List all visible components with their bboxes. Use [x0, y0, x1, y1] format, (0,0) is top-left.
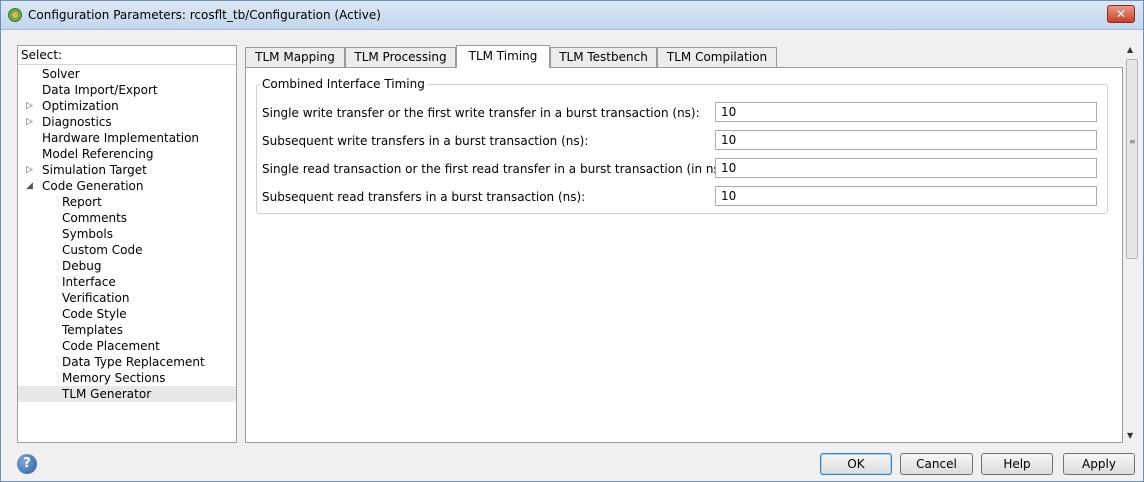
tree-item-label: Hardware Implementation — [42, 131, 200, 145]
tree-item[interactable]: Verification — [62, 290, 129, 306]
tab-label: TLM Testbench — [559, 50, 648, 64]
tree-item[interactable]: Code Style — [62, 306, 127, 322]
tlm-timing-page: Combined Interface Timing Single write t… — [245, 67, 1123, 443]
subsequent-read-input[interactable] — [715, 186, 1097, 206]
tab-label: TLM Compilation — [666, 50, 768, 64]
tree-item-label: Templates — [62, 323, 124, 337]
tree-item[interactable]: Interface — [62, 274, 116, 290]
tree-item[interactable]: ◢ Code Generation — [26, 178, 144, 194]
tree-item-label: Comments — [62, 211, 128, 225]
help-button[interactable]: Help — [981, 453, 1053, 475]
tree-item-label: Diagnostics — [42, 115, 112, 129]
tree-item-label: Data Import/Export — [42, 83, 158, 97]
tree-item[interactable]: Custom Code — [62, 242, 143, 258]
tab-tlm-processing[interactable]: TLM Processing — [345, 47, 456, 67]
tree-item[interactable]: ▷ Diagnostics — [26, 114, 112, 130]
tab-tlm-mapping[interactable]: TLM Mapping — [245, 47, 345, 67]
simulink-config-icon — [8, 8, 22, 22]
tab-tlm-timing[interactable]: TLM Timing — [456, 45, 550, 68]
tree-item[interactable]: Comments — [62, 210, 127, 226]
tree-item-label: Code Generation — [42, 179, 144, 193]
group-title: Combined Interface Timing — [260, 77, 427, 91]
tab-label: TLM Processing — [354, 50, 447, 64]
tree-item[interactable]: Code Placement — [62, 338, 160, 354]
tree-item[interactable]: ▷ Simulation Target — [26, 162, 147, 178]
expanded-arrow-icon[interactable]: ◢ — [26, 178, 33, 194]
tree-item[interactable]: Symbols — [62, 226, 113, 242]
tree-item-label: Interface — [62, 275, 116, 289]
help-icon[interactable]: ? — [17, 454, 37, 474]
scroll-down-icon[interactable]: ▼ — [1127, 431, 1133, 440]
single-write-label: Single write transfer or the first write… — [262, 106, 700, 120]
tree-item-label: Symbols — [62, 227, 113, 241]
single-read-label: Single read transaction or the first rea… — [262, 162, 729, 176]
tree-item-label: Simulation Target — [42, 163, 147, 177]
tree-item[interactable]: Memory Sections — [62, 370, 165, 386]
tree-item[interactable]: Solver — [42, 66, 80, 82]
subsequent-write-label: Subsequent write transfers in a burst tr… — [262, 134, 589, 148]
tree-item[interactable]: Data Import/Export — [42, 82, 158, 98]
tree-item[interactable]: TLM Generator — [18, 386, 236, 402]
tree-item-label: Debug — [62, 259, 102, 273]
tree-item[interactable]: Report — [62, 194, 102, 210]
tree-item-label: Custom Code — [62, 243, 143, 257]
tab-tlm-testbench[interactable]: TLM Testbench — [550, 47, 657, 67]
apply-button[interactable]: Apply — [1063, 453, 1135, 475]
tree-item-label: Code Placement — [62, 339, 160, 353]
tree-item[interactable]: Debug — [62, 258, 101, 274]
tree-item-label: Solver — [42, 67, 80, 81]
collapsed-arrow-icon[interactable]: ▷ — [26, 114, 33, 130]
category-tree: Select: Solver Data Import/Export ▷ Optimiz… — [17, 45, 237, 443]
tree-item-label: Model Referencing — [42, 147, 154, 161]
tree-item-label: Code Style — [62, 307, 127, 321]
scroll-thumb[interactable] — [1126, 59, 1138, 259]
tab-tlm-compilation[interactable]: TLM Compilation — [657, 47, 777, 67]
single-read-input[interactable] — [715, 158, 1097, 178]
subsequent-write-input[interactable] — [715, 130, 1097, 150]
close-button[interactable]: ✕ — [1107, 5, 1135, 23]
tree-item[interactable]: Hardware Implementation — [42, 130, 199, 146]
grip-icon: ≡ — [1129, 137, 1136, 146]
vertical-scrollbar[interactable]: ▲ ≡ ▼ — [1125, 45, 1139, 443]
collapsed-arrow-icon[interactable]: ▷ — [26, 98, 33, 114]
tab-label: TLM Mapping — [255, 50, 335, 64]
tree-item[interactable]: Data Type Replacement — [62, 354, 205, 370]
ok-button[interactable]: OK — [820, 453, 892, 475]
tree-item-label: Optimization — [42, 99, 119, 113]
cancel-button[interactable]: Cancel — [900, 453, 973, 475]
tree-item-label: Report — [62, 195, 102, 209]
tree-item-label: TLM Generator — [62, 387, 152, 401]
tree-item[interactable]: ▷ Optimization — [26, 98, 119, 114]
tab-label: TLM Timing — [468, 49, 538, 63]
tree-item-label: Data Type Replacement — [62, 355, 205, 369]
single-write-input[interactable] — [715, 102, 1097, 122]
tree-header: Select: — [18, 46, 236, 65]
tree-item[interactable]: Templates — [62, 322, 123, 338]
tree-item-label: Verification — [62, 291, 130, 305]
title-bar[interactable]: Configuration Parameters: rcosflt_tb/Con… — [1, 1, 1143, 30]
subsequent-read-label: Subsequent read transfers in a burst tra… — [262, 190, 586, 204]
scroll-up-icon[interactable]: ▲ — [1127, 45, 1133, 54]
config-dialog: Configuration Parameters: rcosflt_tb/Con… — [0, 0, 1144, 482]
window-title: Configuration Parameters: rcosflt_tb/Con… — [28, 8, 381, 22]
tree-item[interactable]: Model Referencing — [42, 146, 153, 162]
collapsed-arrow-icon[interactable]: ▷ — [26, 162, 33, 178]
tree-item-label: Memory Sections — [62, 371, 166, 385]
